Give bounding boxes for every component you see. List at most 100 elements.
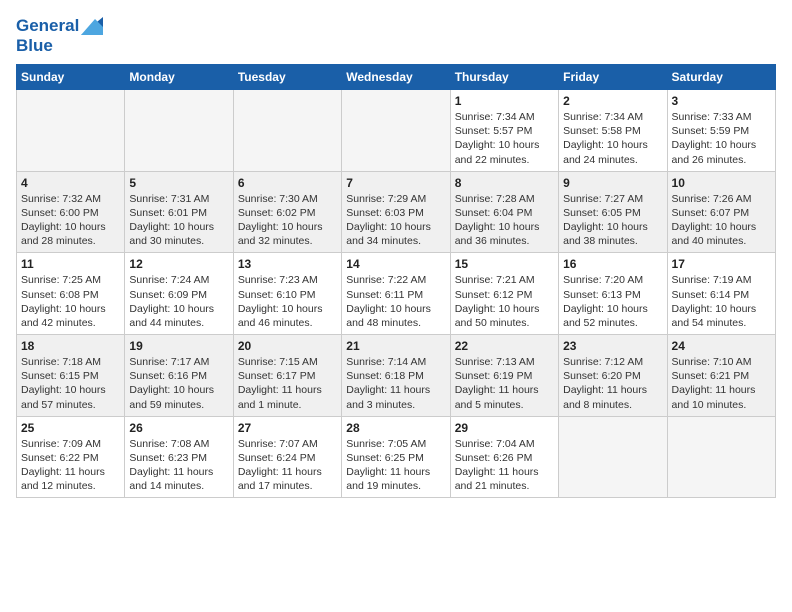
calendar-cell: 1 Sunrise: 7:34 AM Sunset: 5:57 PM Daylig… bbox=[450, 90, 558, 172]
calendar-week-4: 25 Sunrise: 7:09 AM Sunset: 6:22 PM Dayli… bbox=[17, 416, 776, 498]
weekday-header-sunday: Sunday bbox=[17, 65, 125, 90]
day-number: 13 bbox=[238, 257, 337, 271]
day-info: Sunrise: 7:19 AM Sunset: 6:14 PM Dayligh… bbox=[672, 273, 771, 330]
calendar-cell: 17Sunrise: 7:19 AM Sunset: 6:14 PM Dayli… bbox=[667, 253, 775, 335]
day-number: 27 bbox=[238, 421, 337, 435]
day-info: Sunrise: 7:17 AM Sunset: 6:16 PM Dayligh… bbox=[129, 355, 228, 412]
day-number: 21 bbox=[346, 339, 445, 353]
calendar-cell: 2Sunrise: 7:34 AM Sunset: 5:58 PM Daylig… bbox=[559, 90, 667, 172]
day-info: Sunrise: 7:13 AM Sunset: 6:19 PM Dayligh… bbox=[455, 355, 554, 412]
day-info: Sunrise: 7:20 AM Sunset: 6:13 PM Dayligh… bbox=[563, 273, 662, 330]
day-info: Sunrise: 7:31 AM Sunset: 6:01 PM Dayligh… bbox=[129, 192, 228, 249]
calendar-cell: 7 Sunrise: 7:29 AM Sunset: 6:03 PM Daylig… bbox=[342, 171, 450, 253]
calendar-cell: 19 Sunrise: 7:17 AM Sunset: 6:16 PM Dayli… bbox=[125, 335, 233, 417]
day-info: Sunrise: 7:09 AM Sunset: 6:22 PM Dayligh… bbox=[21, 437, 120, 494]
day-info: Sunrise: 7:32 AM Sunset: 6:00 PM Dayligh… bbox=[21, 192, 120, 249]
day-info: Sunrise: 7:28 AM Sunset: 6:04 PM Dayligh… bbox=[455, 192, 554, 249]
calendar-cell: 29 Sunrise: 7:04 AM Sunset: 6:26 PM Dayli… bbox=[450, 416, 558, 498]
calendar-week-2: 11Sunrise: 7:25 AM Sunset: 6:08 PM Dayli… bbox=[17, 253, 776, 335]
day-info: Sunrise: 7:30 AM Sunset: 6:02 PM Dayligh… bbox=[238, 192, 337, 249]
day-info: Sunrise: 7:23 AM Sunset: 6:10 PM Dayligh… bbox=[238, 273, 337, 330]
weekday-header-row: SundayMondayTuesdayWednesdayThursdayFrid… bbox=[17, 65, 776, 90]
calendar-cell: 26Sunrise: 7:08 AM Sunset: 6:23 PM Dayli… bbox=[125, 416, 233, 498]
day-info: Sunrise: 7:12 AM Sunset: 6:20 PM Dayligh… bbox=[563, 355, 662, 412]
day-number: 25 bbox=[21, 421, 120, 435]
day-info: Sunrise: 7:33 AM Sunset: 5:59 PM Dayligh… bbox=[672, 110, 771, 167]
day-number: 22 bbox=[455, 339, 554, 353]
day-info: Sunrise: 7:05 AM Sunset: 6:25 PM Dayligh… bbox=[346, 437, 445, 494]
day-info: Sunrise: 7:15 AM Sunset: 6:17 PM Dayligh… bbox=[238, 355, 337, 412]
calendar-cell bbox=[667, 416, 775, 498]
day-number: 29 bbox=[455, 421, 554, 435]
header: General Blue bbox=[16, 16, 776, 56]
calendar-cell: 23 Sunrise: 7:12 AM Sunset: 6:20 PM Dayli… bbox=[559, 335, 667, 417]
calendar-cell: 13 Sunrise: 7:23 AM Sunset: 6:10 PM Dayli… bbox=[233, 253, 341, 335]
day-info: Sunrise: 7:04 AM Sunset: 6:26 PM Dayligh… bbox=[455, 437, 554, 494]
day-info: Sunrise: 7:08 AM Sunset: 6:23 PM Dayligh… bbox=[129, 437, 228, 494]
calendar-cell: 8 Sunrise: 7:28 AM Sunset: 6:04 PM Daylig… bbox=[450, 171, 558, 253]
calendar-cell bbox=[125, 90, 233, 172]
day-number: 5 bbox=[129, 176, 228, 190]
logo-icon bbox=[81, 17, 103, 35]
calendar-cell: 15 Sunrise: 7:21 AM Sunset: 6:12 PM Dayli… bbox=[450, 253, 558, 335]
page-wrapper: General Blue SundayMondayTuesdayWednesda… bbox=[16, 16, 776, 498]
day-info: Sunrise: 7:10 AM Sunset: 6:21 PM Dayligh… bbox=[672, 355, 771, 412]
day-number: 23 bbox=[563, 339, 662, 353]
calendar-week-3: 18 Sunrise: 7:18 AM Sunset: 6:15 PM Dayli… bbox=[17, 335, 776, 417]
day-number: 1 bbox=[455, 94, 554, 108]
weekday-header-thursday: Thursday bbox=[450, 65, 558, 90]
calendar-cell: 25 Sunrise: 7:09 AM Sunset: 6:22 PM Dayli… bbox=[17, 416, 125, 498]
day-info: Sunrise: 7:22 AM Sunset: 6:11 PM Dayligh… bbox=[346, 273, 445, 330]
day-info: Sunrise: 7:14 AM Sunset: 6:18 PM Dayligh… bbox=[346, 355, 445, 412]
weekday-header-wednesday: Wednesday bbox=[342, 65, 450, 90]
calendar-cell: 24 Sunrise: 7:10 AM Sunset: 6:21 PM Dayli… bbox=[667, 335, 775, 417]
day-info: Sunrise: 7:24 AM Sunset: 6:09 PM Dayligh… bbox=[129, 273, 228, 330]
day-info: Sunrise: 7:18 AM Sunset: 6:15 PM Dayligh… bbox=[21, 355, 120, 412]
day-number: 3 bbox=[672, 94, 771, 108]
day-number: 7 bbox=[346, 176, 445, 190]
weekday-header-friday: Friday bbox=[559, 65, 667, 90]
day-number: 24 bbox=[672, 339, 771, 353]
day-number: 15 bbox=[455, 257, 554, 271]
weekday-header-saturday: Saturday bbox=[667, 65, 775, 90]
day-number: 9 bbox=[563, 176, 662, 190]
day-info: Sunrise: 7:27 AM Sunset: 6:05 PM Dayligh… bbox=[563, 192, 662, 249]
day-number: 16 bbox=[563, 257, 662, 271]
calendar-cell: 11Sunrise: 7:25 AM Sunset: 6:08 PM Dayli… bbox=[17, 253, 125, 335]
weekday-header-tuesday: Tuesday bbox=[233, 65, 341, 90]
calendar-body: 1 Sunrise: 7:34 AM Sunset: 5:57 PM Daylig… bbox=[17, 90, 776, 498]
day-info: Sunrise: 7:25 AM Sunset: 6:08 PM Dayligh… bbox=[21, 273, 120, 330]
calendar-cell: 6 Sunrise: 7:30 AM Sunset: 6:02 PM Daylig… bbox=[233, 171, 341, 253]
calendar-cell: 4 Sunrise: 7:32 AM Sunset: 6:00 PM Daylig… bbox=[17, 171, 125, 253]
calendar-cell bbox=[559, 416, 667, 498]
calendar-cell: 12Sunrise: 7:24 AM Sunset: 6:09 PM Dayli… bbox=[125, 253, 233, 335]
calendar-table: SundayMondayTuesdayWednesdayThursdayFrid… bbox=[16, 64, 776, 498]
calendar-cell: 20Sunrise: 7:15 AM Sunset: 6:17 PM Dayli… bbox=[233, 335, 341, 417]
day-info: Sunrise: 7:26 AM Sunset: 6:07 PM Dayligh… bbox=[672, 192, 771, 249]
calendar-week-1: 4 Sunrise: 7:32 AM Sunset: 6:00 PM Daylig… bbox=[17, 171, 776, 253]
calendar-cell: 16 Sunrise: 7:20 AM Sunset: 6:13 PM Dayli… bbox=[559, 253, 667, 335]
day-info: Sunrise: 7:34 AM Sunset: 5:57 PM Dayligh… bbox=[455, 110, 554, 167]
day-number: 6 bbox=[238, 176, 337, 190]
calendar-cell: 21 Sunrise: 7:14 AM Sunset: 6:18 PM Dayli… bbox=[342, 335, 450, 417]
day-number: 10 bbox=[672, 176, 771, 190]
day-info: Sunrise: 7:07 AM Sunset: 6:24 PM Dayligh… bbox=[238, 437, 337, 494]
calendar-cell: 28Sunrise: 7:05 AM Sunset: 6:25 PM Dayli… bbox=[342, 416, 450, 498]
logo: General Blue bbox=[16, 16, 103, 56]
calendar-week-0: 1 Sunrise: 7:34 AM Sunset: 5:57 PM Daylig… bbox=[17, 90, 776, 172]
day-number: 8 bbox=[455, 176, 554, 190]
day-number: 18 bbox=[21, 339, 120, 353]
day-number: 19 bbox=[129, 339, 228, 353]
calendar-cell: 18 Sunrise: 7:18 AM Sunset: 6:15 PM Dayli… bbox=[17, 335, 125, 417]
weekday-header-monday: Monday bbox=[125, 65, 233, 90]
calendar-cell: 3 Sunrise: 7:33 AM Sunset: 5:59 PM Daylig… bbox=[667, 90, 775, 172]
day-info: Sunrise: 7:29 AM Sunset: 6:03 PM Dayligh… bbox=[346, 192, 445, 249]
logo-blue-text: Blue bbox=[16, 36, 53, 55]
day-number: 4 bbox=[21, 176, 120, 190]
calendar-cell bbox=[17, 90, 125, 172]
day-number: 14 bbox=[346, 257, 445, 271]
calendar-cell: 5 Sunrise: 7:31 AM Sunset: 6:01 PM Daylig… bbox=[125, 171, 233, 253]
day-number: 2 bbox=[563, 94, 662, 108]
day-info: Sunrise: 7:21 AM Sunset: 6:12 PM Dayligh… bbox=[455, 273, 554, 330]
calendar-cell: 27 Sunrise: 7:07 AM Sunset: 6:24 PM Dayli… bbox=[233, 416, 341, 498]
